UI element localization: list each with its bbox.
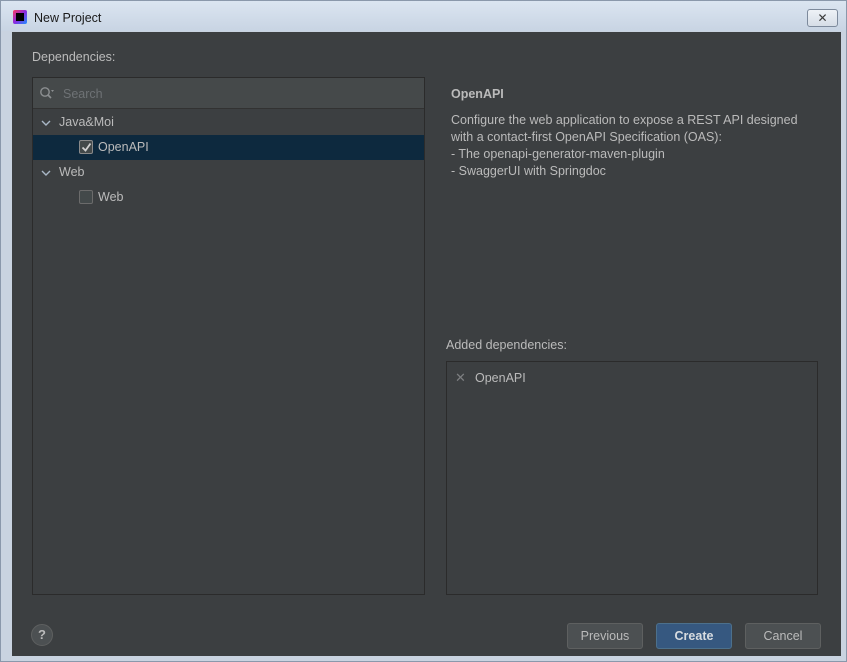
tree-group-web[interactable]: Web	[33, 160, 424, 185]
help-button[interactable]: ?	[31, 624, 53, 646]
tree-group-java-moi[interactable]: Java&Moi	[33, 110, 424, 135]
tree-group-label: Java&Moi	[59, 115, 114, 129]
new-project-dialog: New Project ✕ Dependencies: Java&Moi	[0, 0, 847, 662]
search-box	[33, 78, 424, 109]
web-checkbox[interactable]	[79, 190, 93, 204]
window-title: New Project	[34, 11, 102, 25]
tree-item-label: OpenAPI	[98, 140, 149, 154]
dialog-content: Dependencies: Java&Moi	[12, 32, 841, 656]
added-dependencies-label: Added dependencies:	[446, 338, 567, 352]
tree-item-openapi[interactable]: OpenAPI	[33, 135, 424, 160]
create-button[interactable]: Create	[656, 623, 732, 649]
added-dependency-name: OpenAPI	[475, 371, 526, 385]
search-icon[interactable]	[39, 86, 55, 100]
added-dependencies-panel: ✕ OpenAPI	[446, 361, 818, 595]
close-window-button[interactable]: ✕	[807, 9, 838, 27]
chevron-down-icon[interactable]	[41, 168, 51, 178]
dependencies-tree-panel: Java&Moi OpenAPI Web Web	[32, 77, 425, 595]
chevron-down-icon[interactable]	[41, 118, 51, 128]
tree-group-label: Web	[59, 165, 85, 179]
search-input[interactable]	[63, 85, 413, 103]
intellij-app-icon	[13, 10, 27, 24]
tree-item-label: Web	[98, 190, 124, 204]
dependency-description: Configure the web application to expose …	[451, 113, 798, 178]
tree-item-web[interactable]: Web	[33, 185, 424, 210]
dependency-title: OpenAPI	[451, 87, 504, 101]
title-bar[interactable]: New Project ✕	[1, 1, 846, 31]
cancel-button[interactable]: Cancel	[745, 623, 821, 649]
openapi-checkbox[interactable]	[79, 140, 93, 154]
previous-button[interactable]: Previous	[567, 623, 643, 649]
close-icon[interactable]: ✕	[455, 370, 467, 386]
checkmark-icon	[81, 142, 92, 152]
dependencies-label: Dependencies:	[32, 50, 116, 64]
